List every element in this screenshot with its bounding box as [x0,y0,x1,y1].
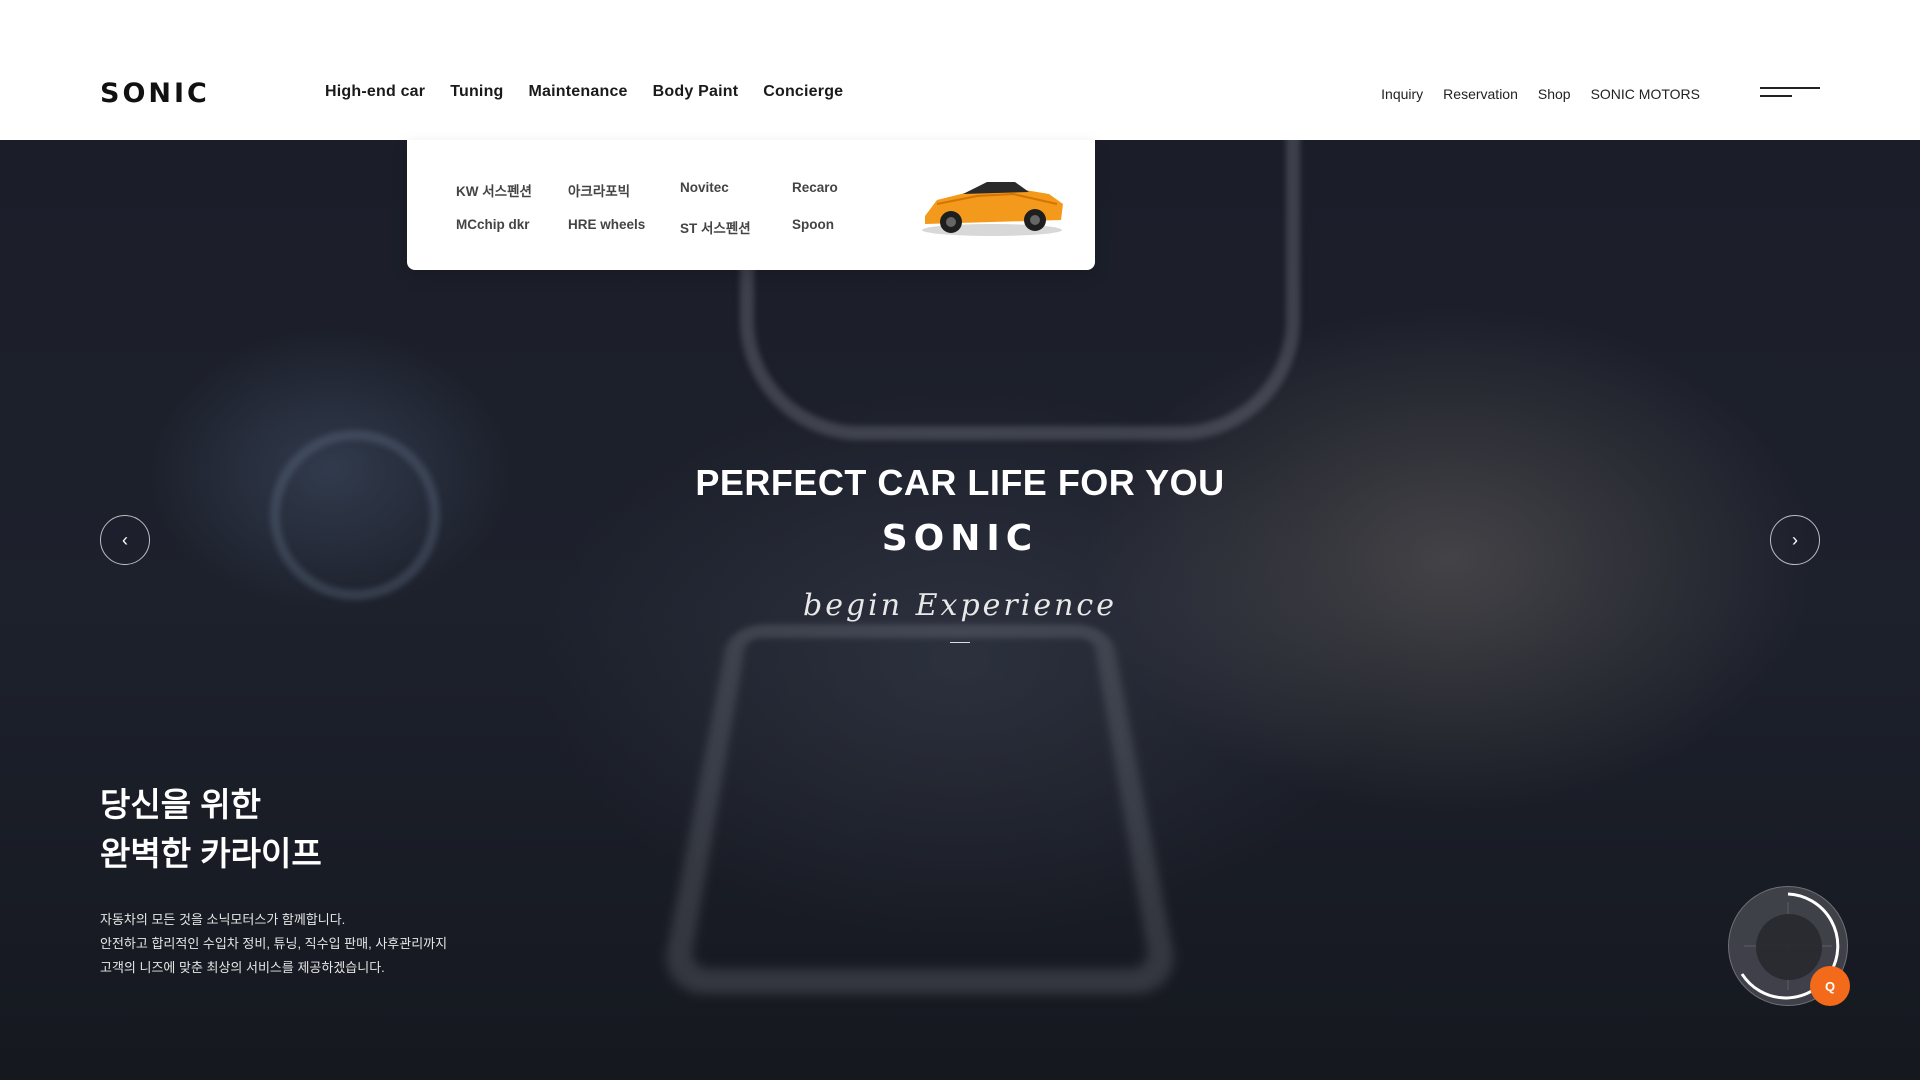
quick-menu-badge[interactable]: Q [1810,966,1850,1006]
chevron-right-icon: › [1792,529,1798,550]
hero-background-gauge-shape [270,430,440,600]
nav-item-concierge[interactable]: Concierge [763,83,843,101]
hero-korean-description: 자동차의 모든 것을 소닉모터스가 함께합니다. 안전하고 합리적인 수입차 정… [100,908,447,980]
site-header: SONIC High-end car Tuning Maintenance Bo… [0,0,1920,149]
hero-script-tagline: begin Experience [803,588,1117,623]
dropdown-link-kw-suspension[interactable]: KW 서스펜션 [456,180,568,200]
widget-inner-dial [1756,914,1822,980]
hero-divider [950,642,970,643]
slider-prev-button[interactable]: ‹ [100,515,150,565]
scroll-progress-widget[interactable]: Q [1728,886,1852,1010]
util-link-shop[interactable]: Shop [1538,86,1571,102]
utility-nav: Inquiry Reservation Shop SONIC MOTORS [1361,86,1700,102]
description-line-2: 안전하고 합리적인 수입차 정비, 튜닝, 직수입 판매, 사후관리까지 [100,936,448,951]
hamburger-menu-icon[interactable] [1758,84,1820,100]
hero-brand: SONIC [881,518,1039,559]
description-line-1: 자동차의 모든 것을 소닉모터스가 함께합니다. [100,912,346,927]
menu-line-short [1760,95,1792,97]
util-link-reservation[interactable]: Reservation [1443,86,1518,102]
dropdown-link-st-suspension[interactable]: ST 서스펜션 [680,217,792,237]
hero-title: PERFECT CAR LIFE FOR YOU [695,462,1225,503]
hero-background-console-shape [658,624,1182,994]
menu-line-long [1760,87,1820,89]
nav-item-body-paint[interactable]: Body Paint [653,83,739,101]
dropdown-link-akrapovic[interactable]: 아크라포빅 [568,180,680,200]
util-link-inquiry[interactable]: Inquiry [1381,86,1423,102]
headline-line-2: 완벽한 카라이프 [100,835,322,872]
dropdown-link-hre-wheels[interactable]: HRE wheels [568,217,680,237]
dropdown-link-recaro[interactable]: Recaro [792,180,904,200]
nav-item-maintenance[interactable]: Maintenance [529,83,628,101]
nav-item-high-end-car[interactable]: High-end car [325,83,425,101]
chevron-left-icon: ‹ [122,529,128,550]
description-line-3: 고객의 니즈에 맞춘 최상의 서비스를 제공하겠습니다. [100,960,385,975]
main-nav: High-end car Tuning Maintenance Body Pai… [325,83,868,149]
nav-item-tuning[interactable]: Tuning [450,83,504,149]
util-link-sonic-motors[interactable]: SONIC MOTORS [1591,86,1700,102]
logo[interactable]: SONIC [100,78,210,109]
dropdown-link-novitec[interactable]: Novitec [680,180,792,200]
dropdown-links: KW 서스펜션 아크라포빅 Novitec Recaro MCchip dkr … [456,180,904,237]
hero-korean-headline: 당신을 위한 완벽한 카라이프 [100,780,322,878]
sports-car-image [922,182,1063,236]
slider-next-button[interactable]: › [1770,515,1820,565]
headline-line-1: 당신을 위한 [100,786,261,823]
tuning-dropdown-menu: KW 서스펜션 아크라포빅 Novitec Recaro MCchip dkr … [407,140,1095,270]
dropdown-link-spoon[interactable]: Spoon [792,217,904,237]
dropdown-link-mcchip-dkr[interactable]: MCchip dkr [456,217,568,237]
